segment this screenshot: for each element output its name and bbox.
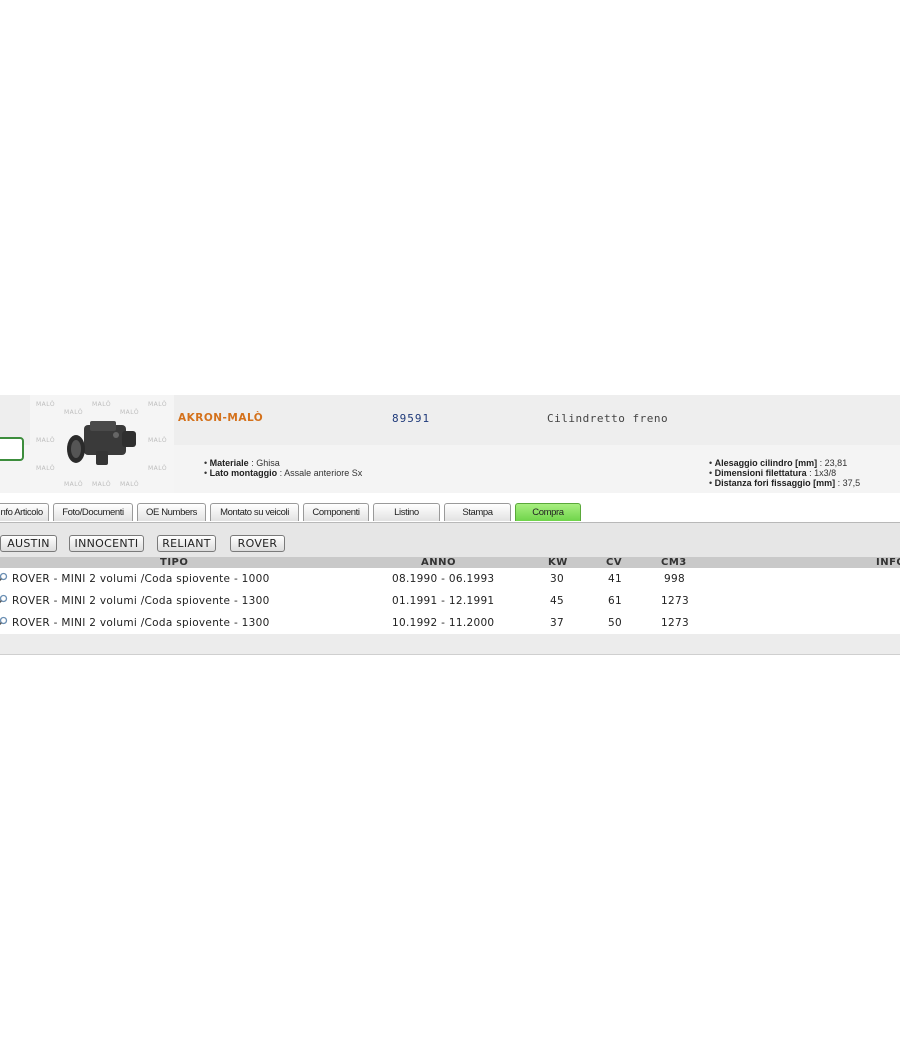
- tab-compra[interactable]: Compra: [515, 503, 581, 521]
- watermark-text: MALÒ: [92, 481, 112, 488]
- watermark-text: MALÒ: [36, 437, 56, 444]
- cell-cv: 41: [608, 573, 622, 585]
- spec-value: : Assale anteriore Sx: [277, 468, 363, 478]
- watermark-text: MALÒ: [36, 465, 56, 472]
- watermark-text: MALÒ: [36, 401, 56, 408]
- spec-label: Distanza fori fissaggio [mm]: [714, 478, 836, 488]
- table-footer: [0, 634, 900, 655]
- spec-value: : 1x3/8: [806, 468, 837, 478]
- cell-tipo: ROVER - MINI 2 volumi /Coda spiovente - …: [12, 573, 270, 585]
- cell-kw: 37: [550, 617, 564, 629]
- vehicle-table-header: TIPO ANNO KW CV CM3 INFO: [0, 557, 900, 568]
- cell-kw: 30: [550, 573, 564, 585]
- watermark-text: MALÒ: [92, 401, 112, 408]
- tab-oe-numbers[interactable]: OE Numbers: [137, 503, 206, 521]
- make-button-innocenti[interactable]: INNOCENTI: [69, 535, 144, 552]
- product-panel: MALÒ MALÒ MALÒ MALÒ MALÒ MALÒ MALÒ MALÒ …: [0, 395, 900, 655]
- cell-anno: 10.1992 - 11.2000: [392, 617, 495, 629]
- spec-value: : Ghisa: [248, 458, 280, 468]
- cell-cm3: 1273: [661, 595, 689, 607]
- brake-cylinder-icon: [67, 421, 136, 465]
- cell-cv: 50: [608, 617, 622, 629]
- article-description: Cilindretto freno: [547, 412, 669, 425]
- watermark-text: MALÒ: [148, 437, 168, 444]
- spec-item: Materiale : Ghisa: [204, 458, 362, 468]
- tab-foto-documenti[interactable]: Foto/Documenti: [53, 503, 133, 521]
- magnifier-icon[interactable]: [0, 594, 8, 605]
- tab-montato-su-veicoli[interactable]: Montato su veicoli: [210, 503, 299, 521]
- watermark-text: MALÒ: [148, 465, 168, 472]
- cell-cm3: 998: [664, 573, 685, 585]
- spec-value: : 23,81: [817, 458, 848, 468]
- table-row[interactable]: ROVER - MINI 2 volumi /Coda spiovente - …: [0, 590, 900, 613]
- tab-stampa[interactable]: Stampa: [444, 503, 511, 521]
- tab-listino[interactable]: Listino: [373, 503, 440, 521]
- tab-componenti[interactable]: Componenti: [303, 503, 369, 521]
- make-button-austin[interactable]: AUSTIN: [0, 535, 57, 552]
- table-row[interactable]: ROVER - MINI 2 volumi /Coda spiovente - …: [0, 612, 900, 635]
- product-image[interactable]: MALÒ MALÒ MALÒ MALÒ MALÒ MALÒ MALÒ MALÒ …: [30, 395, 174, 493]
- spec-list-left: Materiale : Ghisa Lato montaggio : Assal…: [204, 458, 363, 478]
- spec-label: Alesaggio cilindro [mm]: [714, 458, 818, 468]
- cell-tipo: ROVER - MINI 2 volumi /Coda spiovente - …: [12, 617, 270, 629]
- cell-kw: 45: [550, 595, 564, 607]
- magnifier-icon[interactable]: [0, 572, 8, 583]
- selection-checkbox[interactable]: [0, 437, 24, 461]
- spec-label: Materiale: [209, 458, 249, 468]
- watermark-text: MALÒ: [148, 401, 168, 408]
- watermark-text: MALÒ: [64, 409, 84, 416]
- cell-cv: 61: [608, 595, 622, 607]
- magnifier-icon[interactable]: [0, 616, 8, 627]
- spec-item: Dimensioni filettatura : 1x3/8: [709, 468, 860, 478]
- table-row[interactable]: ROVER - MINI 2 volumi /Coda spiovente - …: [0, 568, 900, 591]
- cell-anno: 08.1990 - 06.1993: [392, 573, 495, 585]
- watermark-text: MALÒ: [64, 481, 84, 488]
- spec-item: Distanza fori fissaggio [mm] : 37,5: [709, 478, 861, 488]
- spec-label: Lato montaggio: [209, 468, 278, 478]
- make-button-rover[interactable]: ROVER: [230, 535, 285, 552]
- cell-tipo: ROVER - MINI 2 volumi /Coda spiovente - …: [12, 595, 270, 607]
- watermark-text: MALÒ: [120, 481, 140, 488]
- spec-item: Lato montaggio : Assale anteriore Sx: [204, 468, 363, 478]
- spec-value: : 37,5: [835, 478, 861, 488]
- spec-label: Dimensioni filettatura: [714, 468, 807, 478]
- make-button-reliant[interactable]: RELIANT: [157, 535, 216, 552]
- cell-cm3: 1273: [661, 617, 689, 629]
- article-code: 89591: [392, 412, 431, 425]
- spec-item: Alesaggio cilindro [mm] : 23,81: [709, 458, 860, 468]
- tab-bar: Info Articolo Foto/Documenti OE Numbers …: [0, 503, 900, 522]
- brand-name: AKRON-MALÒ: [178, 412, 264, 424]
- watermark-text: MALÒ: [120, 409, 140, 416]
- cell-anno: 01.1991 - 12.1991: [392, 595, 495, 607]
- spec-list-right: Alesaggio cilindro [mm] : 23,81 Dimensio…: [709, 458, 861, 488]
- tab-info-articolo[interactable]: Info Articolo: [0, 503, 49, 521]
